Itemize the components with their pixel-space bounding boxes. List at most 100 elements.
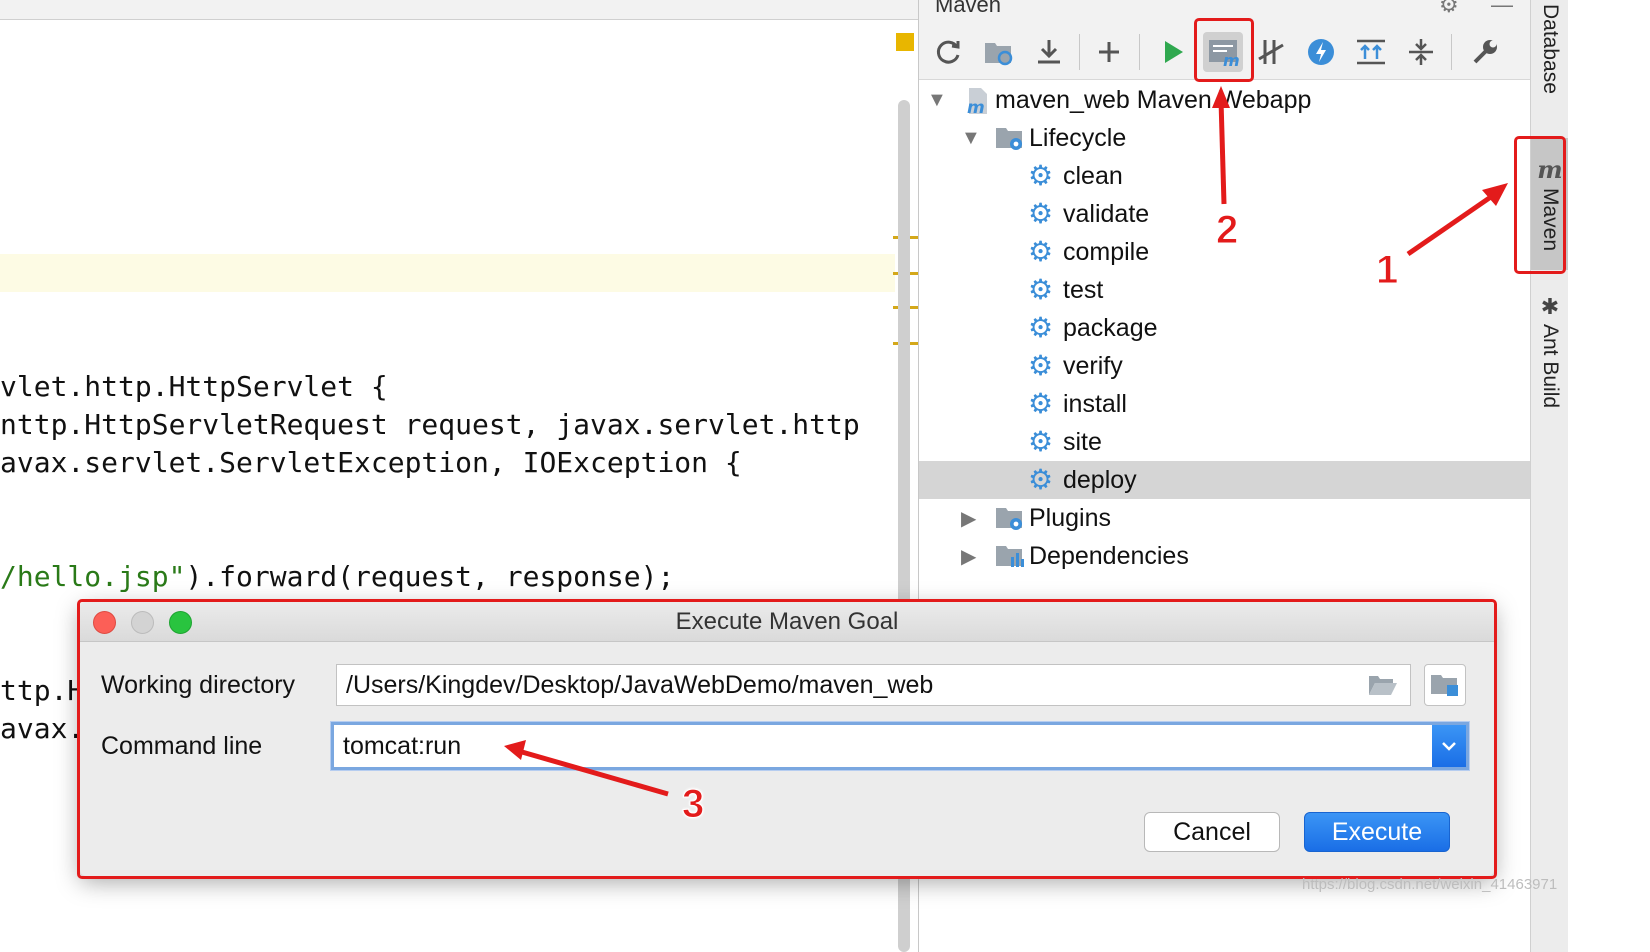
maven-icon: m	[1537, 155, 1563, 184]
toolbar-separator	[1079, 34, 1080, 70]
tree-dependencies-node[interactable]: ▶ Dependencies	[919, 537, 1531, 575]
toolbar-separator	[1139, 34, 1140, 70]
download-icon[interactable]	[1029, 32, 1069, 72]
working-directory-label: Working directory	[101, 671, 296, 699]
ant-icon: ✱	[1540, 294, 1560, 319]
right-tool-strip: Database m Maven ✱ Ant Build	[1530, 0, 1569, 952]
tree-label: Plugins	[1029, 503, 1111, 532]
maven-panel-title: Maven	[935, 0, 1002, 17]
tree-label: package	[1063, 313, 1158, 342]
working-directory-field[interactable]: /Users/Kingdev/Desktop/JavaWebDemo/maven…	[336, 664, 1411, 706]
gear-icon: ⚙	[1028, 312, 1054, 343]
expand-arrow-icon[interactable]: ▼	[961, 127, 981, 150]
show-dependencies-icon[interactable]	[1351, 32, 1391, 72]
maven-panel-header: Maven ⚙ —	[919, 0, 1531, 22]
cancel-button[interactable]: Cancel	[1144, 812, 1280, 852]
code-line: nttp.HttpServletRequest request, javax.s…	[0, 408, 860, 441]
code-text: ).forward(request, response);	[185, 560, 675, 593]
command-line-label: Command line	[101, 732, 263, 760]
execute-button[interactable]: Execute	[1304, 812, 1450, 852]
editor-tab-bar	[0, 0, 918, 20]
tool-tab-maven[interactable]: m Maven	[1531, 138, 1569, 270]
tool-tab-label: Maven	[1539, 188, 1562, 252]
command-line-combobox[interactable]: tomcat:run	[331, 722, 1469, 770]
skip-tests-icon[interactable]	[1251, 32, 1291, 72]
current-line-highlight	[0, 254, 895, 292]
collapse-all-icon[interactable]	[1401, 32, 1441, 72]
tool-tab-ant-build[interactable]: ✱ Ant Build	[1531, 294, 1569, 424]
gear-icon: ⚙	[1028, 274, 1054, 305]
toolbar-separator	[1451, 34, 1452, 70]
tree-label: maven_web Maven Webapp	[995, 85, 1312, 114]
background-area	[1568, 0, 1650, 952]
settings-icon[interactable]	[1465, 32, 1505, 72]
inspection-status-icon[interactable]	[896, 33, 914, 51]
lifecycle-folder-icon	[995, 124, 1023, 152]
select-module-button[interactable]	[1424, 664, 1466, 706]
gear-icon: ⚙	[1028, 350, 1054, 381]
tool-tab-database[interactable]: Database	[1531, 0, 1569, 128]
gear-icon: ⚙	[1028, 464, 1054, 495]
add-icon[interactable]	[1089, 32, 1129, 72]
generate-sources-icon[interactable]	[979, 32, 1019, 72]
tree-label: test	[1063, 275, 1104, 304]
lifecycle-goal-validate[interactable]: ⚙ validate	[919, 195, 1531, 233]
gear-icon: ⚙	[1028, 388, 1054, 419]
gear-icon[interactable]: ⚙	[1439, 0, 1459, 18]
tree-label: Dependencies	[1029, 541, 1189, 570]
code-line: ttp.H	[0, 674, 85, 707]
code-line: vlet.http.HttpServlet {	[0, 370, 388, 403]
tree-label: site	[1063, 427, 1102, 456]
dialog-titlebar: Execute Maven Goal	[80, 602, 1494, 642]
tree-project-node[interactable]: ▼ m maven_web Maven Webapp	[919, 81, 1531, 119]
tree-label: verify	[1063, 351, 1123, 380]
folder-open-icon[interactable]	[1368, 673, 1398, 704]
dialog-title: Execute Maven Goal	[675, 608, 899, 635]
chevron-down-icon[interactable]	[1432, 725, 1466, 767]
lifecycle-goal-clean[interactable]: ⚙ clean	[919, 157, 1531, 195]
lifecycle-goal-site[interactable]: ⚙ site	[919, 423, 1531, 461]
tree-label: install	[1063, 389, 1127, 418]
tree-label: deploy	[1063, 465, 1137, 494]
lifecycle-goal-package[interactable]: ⚙ package	[919, 309, 1531, 347]
gear-icon: ⚙	[1028, 236, 1054, 267]
code-line: avax.servlet.ServletException, IOExcepti…	[0, 446, 742, 479]
gear-icon: ⚙	[1028, 160, 1054, 191]
working-directory-value: /Users/Kingdev/Desktop/JavaWebDemo/maven…	[346, 670, 934, 699]
run-icon[interactable]	[1153, 32, 1193, 72]
code-line: /hello.jsp").forward(request, response);	[0, 558, 674, 596]
lifecycle-goal-verify[interactable]: ⚙ verify	[919, 347, 1531, 385]
svg-text:m: m	[1223, 51, 1239, 67]
offline-mode-icon[interactable]	[1301, 32, 1341, 72]
maven-project-icon: m	[963, 86, 991, 118]
tree-label: Lifecycle	[1029, 123, 1127, 152]
gear-icon: ⚙	[1028, 426, 1054, 457]
module-folder-icon	[1431, 675, 1458, 696]
tree-label: clean	[1063, 161, 1123, 190]
minimize-icon[interactable]: —	[1491, 0, 1513, 18]
code-string-literal: /hello.jsp"	[0, 560, 186, 593]
expand-arrow-icon[interactable]: ▼	[927, 89, 947, 112]
watermark-text: https://blog.csdn.net/weixin_41463971	[1302, 876, 1558, 893]
gear-icon: ⚙	[1028, 198, 1054, 229]
tool-tab-label: Ant Build	[1539, 324, 1562, 409]
reload-icon[interactable]	[929, 32, 969, 72]
lifecycle-goal-deploy[interactable]: ⚙ deploy	[919, 461, 1531, 499]
lifecycle-goal-install[interactable]: ⚙ install	[919, 385, 1531, 423]
execute-maven-goal-icon[interactable]: m	[1203, 32, 1243, 72]
expand-arrow-icon[interactable]: ▶	[961, 544, 976, 569]
lifecycle-goal-compile[interactable]: ⚙ compile	[919, 233, 1531, 271]
svg-text:m: m	[967, 98, 985, 116]
tool-tab-label: Database	[1539, 4, 1562, 94]
tree-label: compile	[1063, 237, 1150, 266]
command-line-value: tomcat:run	[343, 731, 462, 760]
tree-plugins-node[interactable]: ▶ Plugins	[919, 499, 1531, 537]
tree-lifecycle-node[interactable]: ▼ Lifecycle	[919, 119, 1531, 157]
tree-label: validate	[1063, 199, 1150, 228]
maven-toolbar: m	[919, 22, 1531, 80]
plugins-folder-icon	[995, 504, 1023, 532]
code-line: avax.	[0, 712, 85, 745]
dependencies-folder-icon	[995, 542, 1024, 570]
expand-arrow-icon[interactable]: ▶	[961, 506, 976, 531]
lifecycle-goal-test[interactable]: ⚙ test	[919, 271, 1531, 309]
